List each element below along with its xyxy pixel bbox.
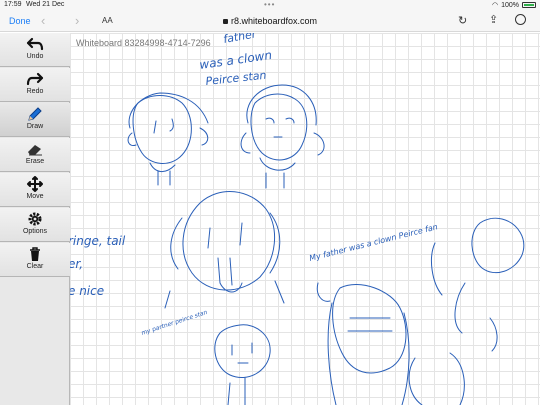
move-label: Move [26,193,44,200]
whiteboard-title: Whiteboard 83284998-4714-7296 [76,38,211,48]
status-time: 17:59 [4,1,22,8]
undo-icon [0,33,70,53]
sketch-face-3 [182,191,276,291]
erase-button[interactable]: Erase [0,138,70,172]
redo-icon [0,68,70,88]
sketch-hair-2 [240,84,325,156]
pencil-icon [0,103,70,123]
url-text: r8.whiteboardfox.com [230,16,318,26]
share-icon[interactable]: ⇪ [489,13,498,26]
move-icon [0,173,70,193]
sketch-figure-hair [327,302,410,405]
clear-label: Clear [26,263,44,270]
battery-icon [522,2,536,8]
options-label: Options [22,228,48,235]
sketch-face-4 [214,324,271,378]
sketch-figure-1 [332,284,407,374]
lock-icon [222,19,228,24]
whiteboard-drawing: father was a clown Peirce stan ringe, ta… [70,33,525,405]
multitasking-dots-icon[interactable]: ••• [264,0,275,9]
status-date: Wed 21 Dec [26,1,65,8]
compass-icon[interactable] [515,14,526,25]
tool-panel: Undo Redo Draw Erase Move Options Clear [0,33,70,405]
sketch-hair-1 [127,92,209,147]
undo-label: Undo [26,53,44,60]
draw-button[interactable]: Draw [0,103,70,137]
sketch-figure-3 [471,217,525,273]
redo-label: Redo [26,88,44,95]
note-e-nice: e nice [70,284,104,298]
battery-percent: 100% [501,1,519,9]
sketch-features-2 [259,117,296,189]
note-ringe-tail: ringe, tail [70,234,126,248]
sketch-figure-2 [408,352,465,405]
whiteboard-canvas[interactable]: father was a clown Peirce stan ringe, ta… [70,33,540,405]
trash-icon [0,243,70,263]
sketch-features-4 [227,342,253,405]
erase-label: Erase [25,158,45,165]
screen: 17:59 Wed 21 Dec ••• ◠ 100% Done ‹ › AA … [0,0,540,405]
status-bar: 17:59 Wed 21 Dec ••• ◠ 100% [0,0,540,10]
status-indicators: ◠ 100% [492,1,536,9]
reload-icon[interactable]: ↻ [458,14,467,27]
wifi-icon: ◠ [491,2,499,9]
options-button[interactable]: Options [0,208,70,242]
note-my-father-clown: My father was a clown Peirce fan [308,222,438,263]
sketch-face-2 [250,93,308,161]
note-father: father [222,33,258,46]
note-partner: my partner peirce stan [140,309,208,337]
eraser-icon [0,138,70,158]
browser-toolbar: Done ‹ › AA r8.whiteboardfox.com ↻ ⇪ [0,10,540,32]
gear-icon [0,208,70,228]
undo-button[interactable]: Undo [0,33,70,67]
clear-button[interactable]: Clear [0,243,70,277]
move-button[interactable]: Move [0,173,70,207]
draw-label: Draw [26,123,44,130]
note-peirce-stan: Peirce stan [205,69,267,88]
redo-button[interactable]: Redo [0,68,70,102]
note-er: er, [70,257,83,271]
sketch-features-3 [207,222,243,293]
sketch-figure-4 [431,242,498,352]
sketch-features-1 [149,118,176,186]
sketch-face-1 [132,95,192,164]
